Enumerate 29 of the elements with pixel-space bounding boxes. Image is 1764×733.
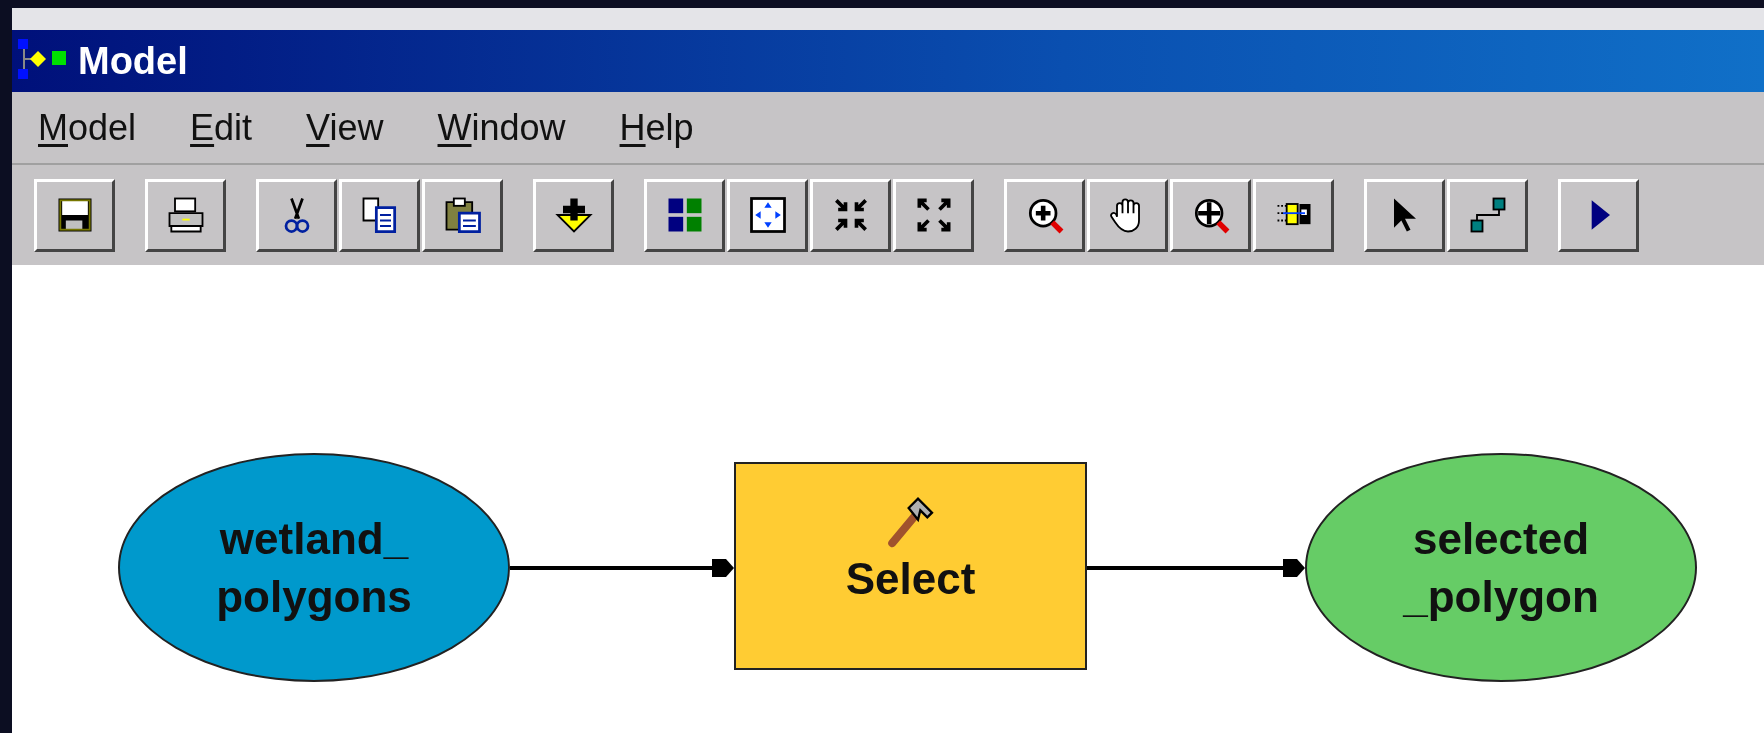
fit-button[interactable] [727,178,808,252]
clipboard-button[interactable] [422,178,503,252]
tool-node[interactable]: Select [734,462,1087,670]
node-label: selected _polygon [1403,513,1599,623]
node-label: wetland_ polygons [216,513,412,623]
properties-button[interactable] [1253,178,1334,252]
data-node[interactable]: selected _polygon [1305,453,1697,682]
shrink-button[interactable] [810,178,891,252]
menu-item[interactable]: Model [38,100,137,155]
run-button[interactable] [1558,178,1639,252]
menu-item[interactable]: Edit [190,100,253,155]
hand-button[interactable] [1087,178,1168,252]
save-button[interactable] [34,178,115,252]
add-data-button[interactable] [533,178,614,252]
expand-button[interactable] [893,178,974,252]
printer-button[interactable] [145,178,226,252]
scissors-button[interactable] [256,178,337,252]
pointer-button[interactable] [1364,178,1445,252]
data-node[interactable]: wetland_ polygons [118,453,510,682]
full-extent-button[interactable] [1170,178,1251,252]
grid-button[interactable] [644,178,725,252]
zoom-in-button[interactable] [1004,178,1085,252]
connector-button[interactable] [1447,178,1528,252]
menu-item[interactable]: View [306,100,384,155]
copy-button[interactable] [339,178,420,252]
menu-item[interactable]: Window [437,100,566,155]
window-title: Model [78,38,188,84]
node-label: Select [845,553,976,606]
menu-item[interactable]: Help [619,100,694,155]
